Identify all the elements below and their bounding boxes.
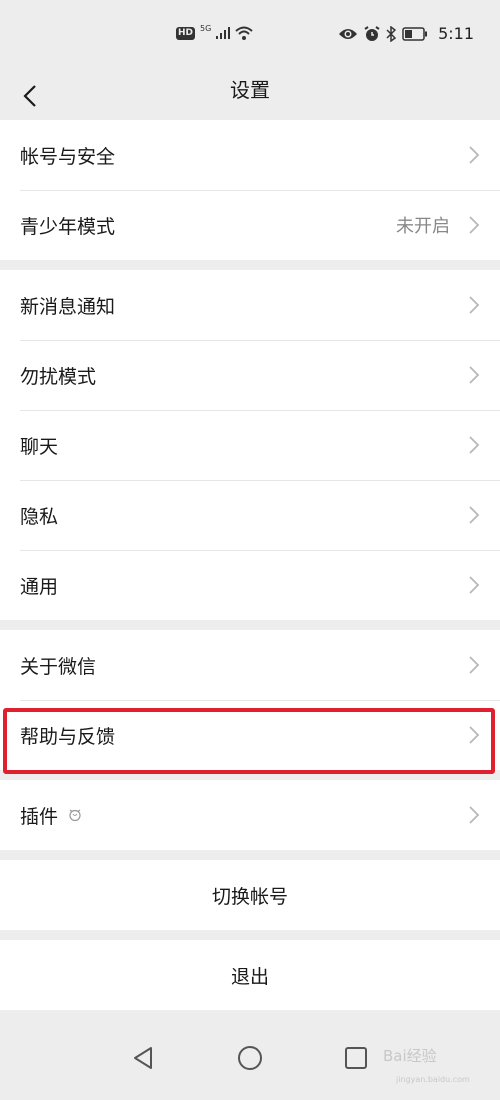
settings-item-label: 通用 — [20, 575, 59, 598]
settings-item-label: 勿扰模式 — [20, 365, 97, 388]
title-bar: 设置 — [0, 72, 500, 120]
switch-account-button[interactable]: 切换帐号 — [0, 860, 500, 930]
chevron-right-icon — [469, 506, 480, 524]
logout-group: 退出 — [0, 940, 500, 1010]
chevron-right-icon — [469, 366, 480, 384]
logout-button[interactable]: 退出 — [0, 940, 500, 1010]
chevron-right-icon — [469, 436, 480, 454]
settings-group-plugins: 插件 — [0, 780, 500, 850]
chevron-right-icon — [469, 806, 480, 824]
settings-item-label: 隐私 — [20, 505, 59, 528]
settings-item-privacy[interactable]: 隐私 — [0, 480, 500, 550]
alarm-icon — [364, 25, 380, 41]
settings-item-do-not-disturb[interactable]: 勿扰模式 — [0, 340, 500, 410]
switch-account-label: 切换帐号 — [211, 885, 288, 908]
settings-group-about: 关于微信 帮助与反馈 — [0, 630, 500, 770]
watermark-text: Bai经验 — [383, 1047, 437, 1065]
settings-item-account-security[interactable]: 帐号与安全 — [0, 120, 500, 190]
eye-icon — [339, 28, 358, 39]
settings-item-label: 聊天 — [20, 435, 59, 458]
chevron-right-icon — [469, 656, 480, 674]
chevron-right-icon — [469, 296, 480, 314]
system-recents-button[interactable] — [338, 1040, 374, 1076]
chevron-left-icon — [23, 85, 36, 107]
plugin-badge-icon — [69, 809, 81, 822]
switch-account-group: 切换帐号 — [0, 860, 500, 930]
settings-group-account: 帐号与安全 青少年模式 未开启 — [0, 120, 500, 260]
status-icons: 5:11 — [338, 24, 474, 43]
chevron-right-icon — [469, 576, 480, 594]
bluetooth-icon — [386, 25, 397, 42]
signal-icon — [216, 27, 231, 39]
settings-item-teen-mode[interactable]: 青少年模式 未开启 — [0, 190, 500, 260]
settings-item-help-feedback[interactable]: 帮助与反馈 — [0, 700, 500, 770]
settings-item-label: 新消息通知 — [20, 295, 116, 318]
chevron-right-icon — [469, 216, 480, 234]
settings-item-general[interactable]: 通用 — [0, 550, 500, 620]
clock-time: 5:11 — [438, 24, 474, 43]
settings-item-label: 帮助与反馈 — [20, 725, 116, 748]
teen-mode-status: 未开启 — [396, 216, 450, 237]
settings-item-about-wechat[interactable]: 关于微信 — [0, 630, 500, 700]
settings-group-general: 新消息通知 勿扰模式 聊天 隐私 通用 — [0, 270, 500, 620]
battery-icon — [402, 26, 428, 41]
wifi-icon — [235, 26, 253, 40]
hd-badge: HD — [176, 26, 196, 40]
settings-item-label: 插件 — [20, 805, 59, 828]
system-home-button[interactable] — [232, 1040, 268, 1076]
network-type: 5G — [200, 24, 212, 33]
page-title: 设置 — [230, 78, 270, 102]
network-indicators: HD 5G — [176, 24, 253, 40]
settings-item-chat[interactable]: 聊天 — [0, 410, 500, 480]
system-back-button[interactable] — [125, 1040, 161, 1076]
logout-label: 退出 — [230, 965, 269, 988]
chevron-right-icon — [469, 726, 480, 744]
back-button[interactable] — [10, 76, 50, 116]
watermark: Bai经验 — [383, 1045, 437, 1066]
settings-item-label: 帐号与安全 — [20, 145, 116, 168]
chevron-right-icon — [469, 146, 480, 164]
settings-item-label: 关于微信 — [20, 655, 97, 678]
settings-item-notifications[interactable]: 新消息通知 — [0, 270, 500, 340]
back-triangle-icon — [134, 1047, 152, 1069]
settings-item-plugins[interactable]: 插件 — [0, 780, 500, 850]
home-circle-icon — [238, 1046, 262, 1070]
recents-square-icon — [345, 1047, 367, 1069]
settings-item-label: 青少年模式 — [20, 215, 116, 238]
watermark-subtitle: jingyan.baidu.com — [396, 1075, 470, 1084]
status-bar: HD 5G 5:11 — [0, 0, 500, 72]
